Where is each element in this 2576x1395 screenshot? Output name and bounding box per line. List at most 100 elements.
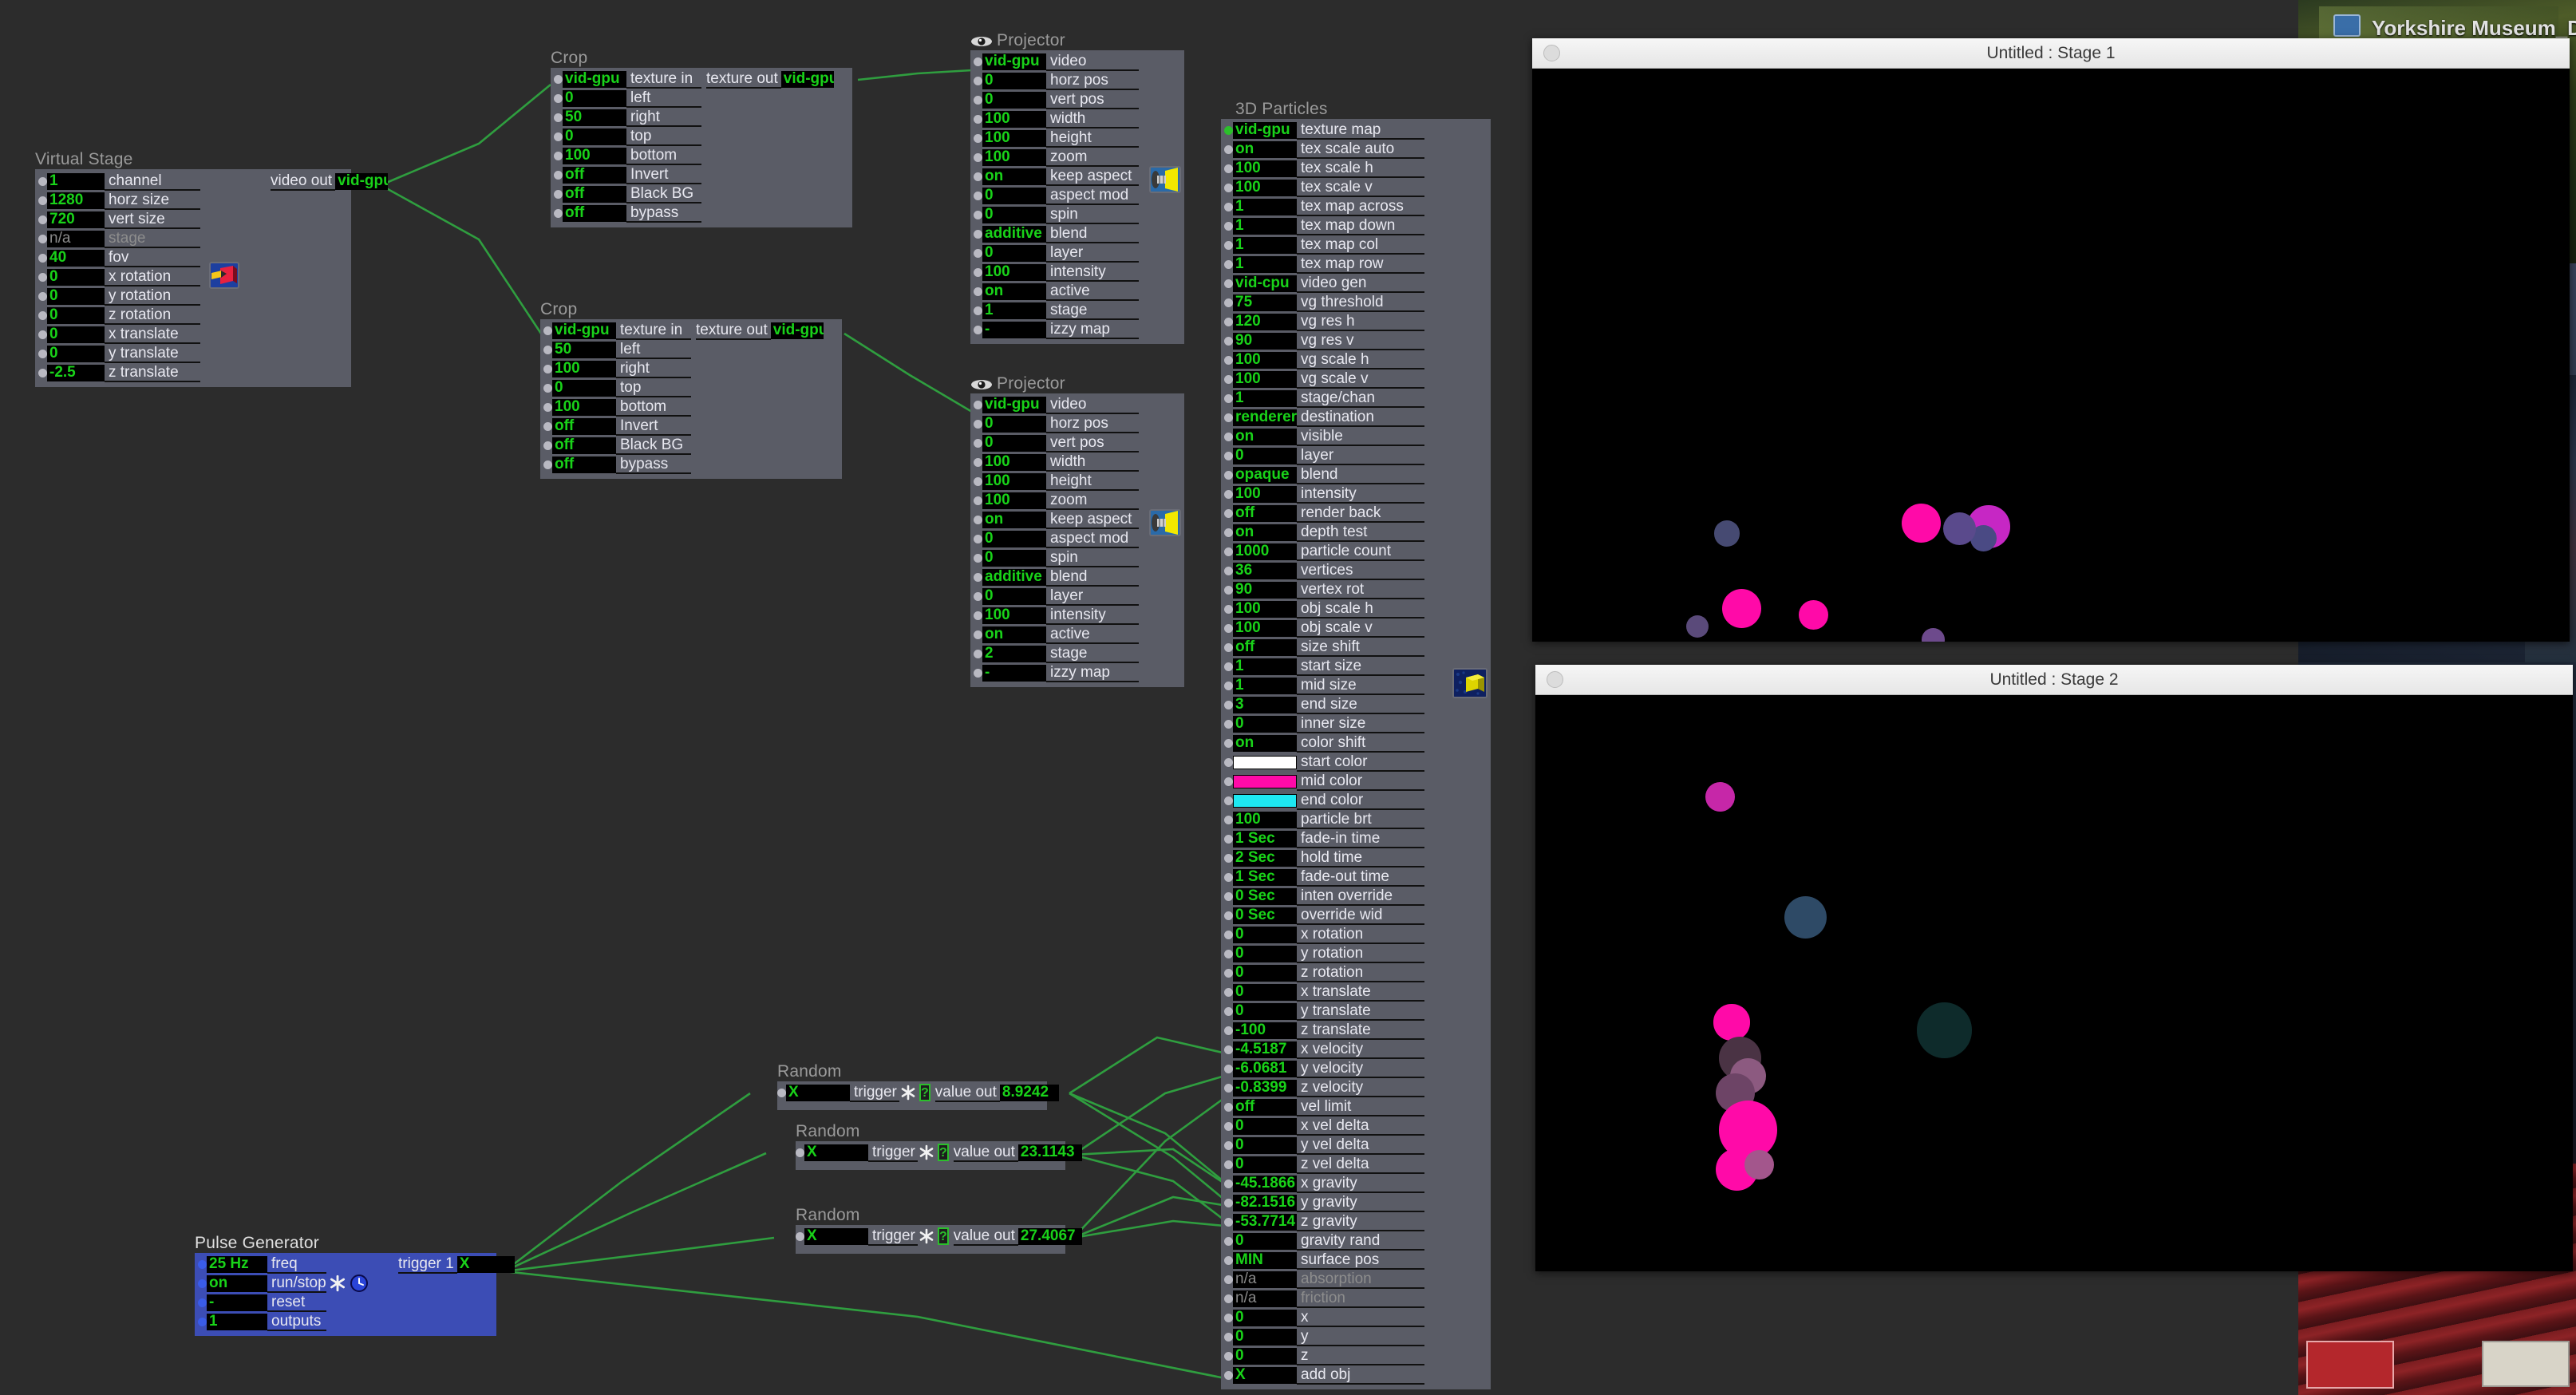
port-bullet[interactable]: [974, 229, 982, 239]
table-row[interactable]: - izzy map: [970, 320, 1184, 339]
value-field[interactable]: 2 Sec: [1233, 849, 1297, 867]
port-bullet[interactable]: [38, 310, 47, 320]
table-row[interactable]: vid-gpu video: [970, 52, 1184, 71]
table-row[interactable]: 1 Sec fade-out time: [1221, 867, 1491, 887]
value-field[interactable]: 0: [982, 244, 1046, 262]
port-bullet[interactable]: [1224, 834, 1233, 844]
table-row[interactable]: 0y rotation: [1221, 944, 1491, 963]
port-bullet[interactable]: [974, 191, 982, 200]
port-bullet[interactable]: [1224, 1121, 1233, 1131]
port-bullet[interactable]: [974, 438, 982, 448]
port-bullet[interactable]: [1224, 930, 1233, 939]
port-bullet[interactable]: [1224, 1274, 1233, 1284]
table-row[interactable]: X trigger ? value out 27.4067: [796, 1227, 1082, 1246]
value-field[interactable]: renderer: [1233, 409, 1297, 426]
port-bullet[interactable]: [974, 400, 982, 409]
value-field[interactable]: 1280: [47, 192, 105, 209]
value-field[interactable]: 100: [1233, 179, 1297, 196]
value-field[interactable]: on: [982, 168, 1046, 185]
port-bullet[interactable]: [974, 57, 982, 66]
value-field[interactable]: 0: [982, 434, 1046, 452]
table-row[interactable]: 1 tex map col: [1221, 235, 1491, 255]
port-bullet[interactable]: [974, 649, 982, 658]
port-bullet[interactable]: [1224, 968, 1233, 978]
table-row[interactable]: n/a friction: [1221, 1289, 1491, 1308]
row-outputs[interactable]: 1 outputs: [195, 1312, 496, 1331]
value-field[interactable]: 0: [552, 379, 616, 397]
clock-icon[interactable]: [350, 1274, 369, 1293]
port-bullet[interactable]: [1224, 355, 1233, 365]
table-row[interactable]: 0 horz pos: [970, 414, 1184, 433]
table-row[interactable]: 0 spin: [970, 548, 1184, 567]
table-row[interactable]: off Invert: [540, 417, 842, 436]
port-bullet[interactable]: [554, 93, 563, 103]
value-field[interactable]: -0.8399: [1233, 1079, 1297, 1097]
table-row[interactable]: 120 vg res h: [1221, 312, 1491, 331]
trigger-value[interactable]: X: [786, 1084, 850, 1101]
value-field[interactable]: on: [1233, 428, 1297, 445]
table-row[interactable]: - izzy map: [970, 663, 1184, 682]
table-row[interactable]: 100 height: [970, 128, 1184, 148]
value-field[interactable]: 100: [552, 360, 616, 377]
table-row[interactable]: 1000 particle count: [1221, 542, 1491, 561]
value-field[interactable]: on: [207, 1274, 267, 1292]
value-field[interactable]: 0: [982, 530, 1046, 547]
table-row[interactable]: 0x rotation: [1221, 925, 1491, 944]
table-row[interactable]: 50 right: [551, 108, 852, 127]
input-value[interactable]: vid-gpu: [552, 322, 616, 339]
snowflake-icon[interactable]: [328, 1274, 347, 1293]
port-bullet[interactable]: [1224, 279, 1233, 288]
port-bullet[interactable]: [1224, 1064, 1233, 1073]
port-bullet[interactable]: [1224, 1006, 1233, 1016]
value-field[interactable]: 100: [982, 263, 1046, 281]
output-value[interactable]: X: [456, 1255, 515, 1273]
value-field[interactable]: vid-cpu: [1233, 275, 1297, 292]
table-row[interactable]: 100 height: [970, 472, 1184, 491]
output-value[interactable]: 8.9242: [999, 1084, 1059, 1101]
question-icon[interactable]: ?: [938, 1144, 949, 1161]
table-row[interactable]: 100 particle brt: [1221, 810, 1491, 829]
table-row[interactable]: 0 y translate: [35, 344, 351, 363]
table-row[interactable]: n/a stage: [35, 229, 351, 248]
snowflake-icon[interactable]: [899, 1084, 917, 1101]
value-field[interactable]: off: [1233, 504, 1297, 522]
value-field[interactable]: n/a: [47, 230, 105, 247]
value-field[interactable]: 100: [552, 398, 616, 416]
port-bullet[interactable]: [1224, 432, 1233, 441]
value-field[interactable]: additive: [982, 225, 1046, 243]
table-row[interactable]: 50 left: [540, 340, 842, 359]
port-bullet[interactable]: [1224, 259, 1233, 269]
value-field[interactable]: 0: [1233, 983, 1297, 1001]
table-row[interactable]: off Black BG: [551, 184, 852, 204]
output-value[interactable]: vid-gpu: [780, 70, 834, 88]
node-crop-1[interactable]: Crop vid-gpu texture in texture out vid-…: [533, 48, 852, 227]
port-bullet[interactable]: [543, 402, 552, 412]
value-field[interactable]: 0: [47, 326, 105, 343]
value-field[interactable]: additive: [982, 568, 1046, 586]
table-row[interactable]: 0z vel delta: [1221, 1155, 1491, 1174]
port-bullet[interactable]: [796, 1148, 804, 1157]
node-random-3[interactable]: Random X trigger ? value out 27.4067: [778, 1205, 1082, 1254]
snowflake-icon[interactable]: [918, 1144, 935, 1161]
table-row[interactable]: on visible: [1221, 427, 1491, 446]
value-field[interactable]: on: [1233, 140, 1297, 158]
value-field[interactable]: 720: [47, 211, 105, 228]
port-bullet[interactable]: [38, 272, 47, 282]
table-row[interactable]: X trigger ? value out 23.1143: [796, 1143, 1082, 1162]
table-row[interactable]: off Black BG: [540, 436, 842, 455]
port-bullet[interactable]: [1224, 413, 1233, 422]
value-field[interactable]: 3: [1233, 696, 1297, 713]
value-field[interactable]: on: [982, 283, 1046, 300]
value-field[interactable]: 36: [1233, 562, 1297, 579]
port-bullet[interactable]: [543, 364, 552, 373]
port-bullet[interactable]: [974, 476, 982, 486]
value-field[interactable]: off: [563, 166, 626, 184]
port-bullet[interactable]: [198, 1278, 207, 1288]
value-field[interactable]: 0: [47, 287, 105, 305]
value-field[interactable]: -: [207, 1294, 267, 1311]
port-bullet[interactable]: [38, 253, 47, 263]
table-row[interactable]: 100 vg scale h: [1221, 350, 1491, 369]
table-row[interactable]: 40 fov: [35, 248, 351, 267]
port-bullet[interactable]: [974, 553, 982, 563]
value-field[interactable]: 1000: [1233, 543, 1297, 560]
